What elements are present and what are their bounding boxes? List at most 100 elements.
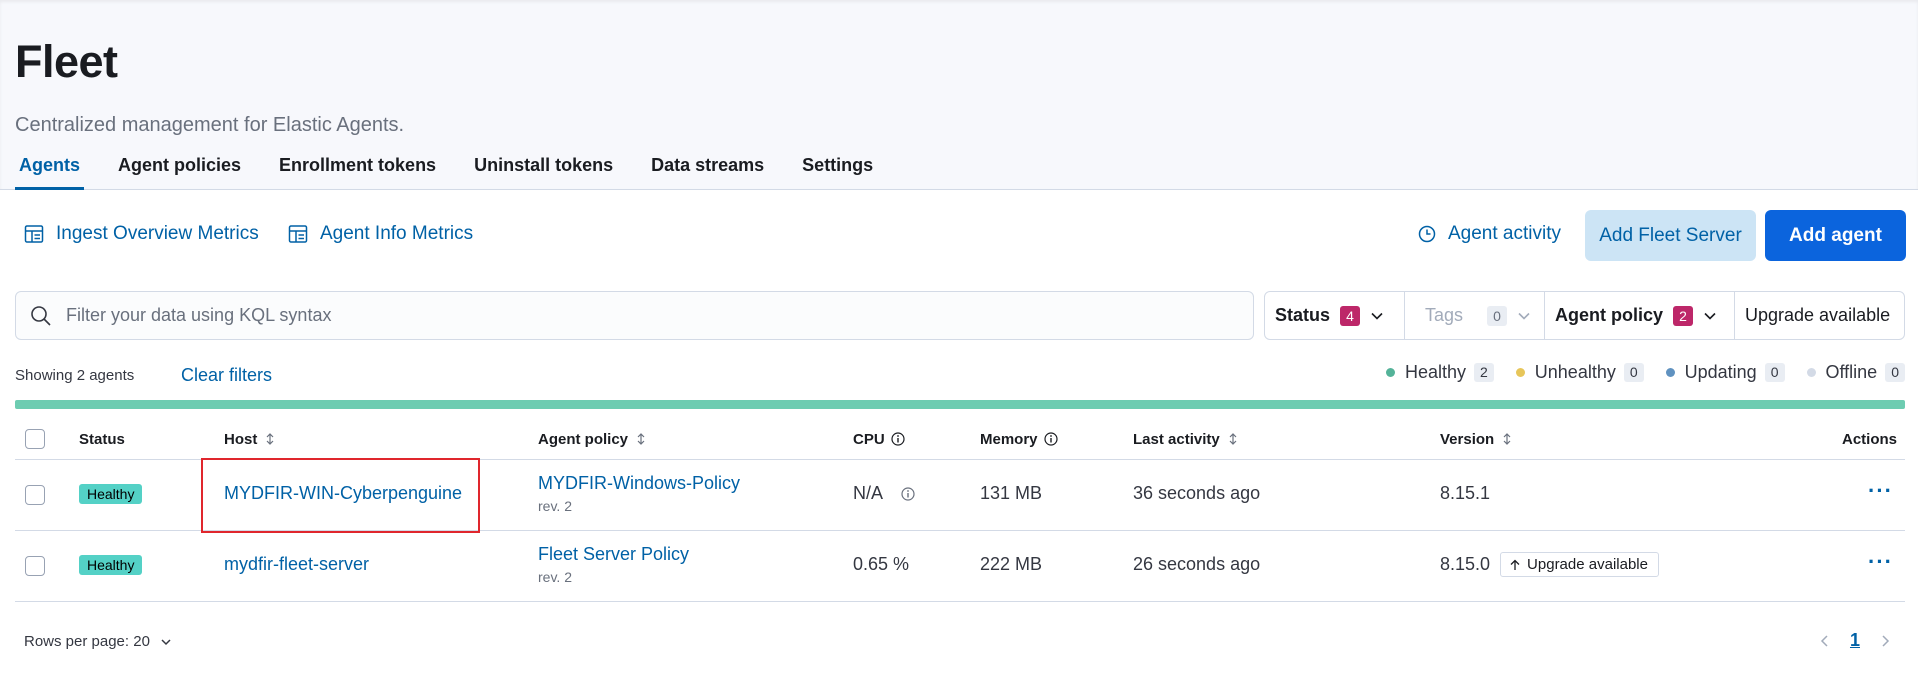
page-title: Fleet xyxy=(15,36,118,87)
search-input[interactable] xyxy=(66,305,1216,326)
actions-cell: ··· xyxy=(1868,549,1893,575)
page-subtitle: Centralized management for Elastic Agent… xyxy=(15,114,405,136)
actions-cell: ··· xyxy=(1868,478,1893,504)
clear-filters-button[interactable]: Clear filters xyxy=(181,365,272,386)
tab-agents[interactable]: Agents xyxy=(15,148,85,190)
col-agent-policy-label: Agent policy xyxy=(538,430,629,448)
col-host-label: Host xyxy=(224,430,258,448)
more-actions-icon[interactable]: ··· xyxy=(1868,549,1893,575)
offline-dot-icon xyxy=(1806,368,1816,377)
version-value: 8.15.0 xyxy=(1440,554,1491,574)
col-status: Status xyxy=(79,418,125,460)
page-button-current[interactable]: 1 xyxy=(1850,630,1860,651)
table-header: Status Host Agent policy CPU Memory Last… xyxy=(15,418,1905,460)
policy-cell: Fleet Server Policy rev. 2 xyxy=(538,544,689,585)
legend-count: 0 xyxy=(1764,363,1785,382)
col-host[interactable]: Host xyxy=(224,418,277,460)
add-agent-button[interactable]: Add agent xyxy=(1765,210,1906,261)
legend-updating: Updating 0 xyxy=(1665,362,1785,383)
col-status-label: Status xyxy=(79,430,125,448)
legend-label: Unhealthy xyxy=(1534,362,1616,382)
status-legend: Healthy 2 Unhealthy 0 Updating 0 Offline… xyxy=(1364,362,1905,383)
sort-icon xyxy=(266,433,274,445)
col-version-label: Version xyxy=(1440,430,1495,448)
info-icon[interactable] xyxy=(891,432,905,446)
agent-activity-button[interactable]: Agent activity xyxy=(1418,223,1561,245)
legend-label: Updating xyxy=(1684,362,1757,382)
policy-revision: rev. 2 xyxy=(538,569,572,585)
agent-status-bar xyxy=(15,400,1905,409)
tab-uninstall-tokens[interactable]: Uninstall tokens xyxy=(470,148,617,190)
add-fleet-server-button[interactable]: Add Fleet Server xyxy=(1585,210,1756,261)
sort-icon xyxy=(1229,433,1237,445)
select-all-cell xyxy=(25,418,45,460)
select-all-checkbox[interactable] xyxy=(25,429,45,449)
dashboard-icon xyxy=(288,225,308,243)
last-activity-value: 26 seconds ago xyxy=(1133,554,1261,574)
rows-per-page-button[interactable]: Rows per page: 20 xyxy=(24,633,172,650)
tab-agent-policies[interactable]: Agent policies xyxy=(114,148,245,190)
host-link[interactable]: mydfir-fleet-server xyxy=(224,554,369,575)
status-badge: Healthy xyxy=(79,484,143,504)
chevron-down-icon xyxy=(1371,312,1383,320)
status-cell: Healthy xyxy=(79,484,143,504)
row-checkbox[interactable] xyxy=(25,485,45,505)
legend-count: 0 xyxy=(1885,363,1905,382)
agent-policy-filter-count: 2 xyxy=(1673,305,1694,326)
tab-data-streams[interactable]: Data streams xyxy=(647,148,768,190)
agent-policy-filter[interactable]: Agent policy 2 xyxy=(1545,292,1735,339)
last-activity-value: 36 seconds ago xyxy=(1133,483,1261,503)
status-cell: Healthy xyxy=(79,555,143,575)
ingest-overview-metrics-link[interactable]: Ingest Overview Metrics xyxy=(24,223,259,245)
cpu-value: N/A xyxy=(853,483,884,503)
tags-filter-label: Tags xyxy=(1425,305,1464,325)
memory-value: 131 MB xyxy=(980,483,1043,503)
showing-count: Showing 2 agents xyxy=(15,367,135,384)
status-filter[interactable]: Status 4 xyxy=(1265,292,1405,339)
tab-enrollment-tokens[interactable]: Enrollment tokens xyxy=(275,148,440,190)
agent-info-metrics-label: Agent Info Metrics xyxy=(320,223,474,244)
col-agent-policy[interactable]: Agent policy xyxy=(538,418,648,460)
tab-settings[interactable]: Settings xyxy=(798,148,877,190)
memory-value: 222 MB xyxy=(980,554,1043,574)
unhealthy-dot-icon xyxy=(1515,368,1525,377)
policy-revision: rev. 2 xyxy=(538,498,572,514)
policy-link[interactable]: Fleet Server Policy xyxy=(538,544,689,565)
ingest-overview-metrics-label: Ingest Overview Metrics xyxy=(56,223,259,244)
cpu-cell: 0.65 % xyxy=(853,554,909,575)
filter-group: Status 4 Tags 0 Agent policy 2 Upgrade a… xyxy=(1264,291,1905,340)
agent-activity-label: Agent activity xyxy=(1448,223,1561,244)
info-icon[interactable] xyxy=(1043,432,1058,446)
fleet-tabs: Agents Agent policies Enrollment tokens … xyxy=(15,148,907,190)
memory-cell: 131 MB xyxy=(980,483,1042,504)
upgrade-available-filter[interactable]: Upgrade available xyxy=(1735,292,1904,339)
chevron-down-icon xyxy=(161,638,171,645)
info-icon[interactable] xyxy=(901,486,915,501)
col-memory: Memory xyxy=(980,418,1058,460)
table-row: Healthy mydfir-fleet-server Fleet Server… xyxy=(15,531,1905,602)
col-memory-label: Memory xyxy=(980,430,1038,448)
last-activity-cell: 36 seconds ago xyxy=(1133,483,1260,504)
last-activity-cell: 26 seconds ago xyxy=(1133,554,1260,575)
more-actions-icon[interactable]: ··· xyxy=(1868,478,1893,504)
legend-count: 0 xyxy=(1623,363,1644,382)
policy-link[interactable]: MYDFIR-Windows-Policy xyxy=(538,473,740,494)
updating-dot-icon xyxy=(1665,368,1675,377)
memory-cell: 222 MB xyxy=(980,554,1042,575)
dashboard-icon xyxy=(24,225,44,243)
col-cpu: CPU xyxy=(853,418,905,460)
row-checkbox[interactable] xyxy=(25,556,45,576)
chevron-right-icon[interactable] xyxy=(1878,634,1892,648)
cpu-value: 0.65 % xyxy=(853,554,910,574)
kql-search-bar xyxy=(15,291,1254,340)
col-version[interactable]: Version xyxy=(1440,418,1514,460)
chevron-left-icon[interactable] xyxy=(1818,634,1832,648)
col-cpu-label: CPU xyxy=(853,430,885,448)
agent-info-metrics-link[interactable]: Agent Info Metrics xyxy=(288,223,473,245)
chevron-down-icon xyxy=(1518,312,1530,320)
tags-filter[interactable]: Tags 0 xyxy=(1405,292,1545,339)
rows-per-page-label: Rows per page: 20 xyxy=(24,633,150,650)
col-last-activity[interactable]: Last activity xyxy=(1133,418,1240,460)
search-icon xyxy=(31,305,51,326)
version-value: 8.15.1 xyxy=(1440,483,1491,503)
